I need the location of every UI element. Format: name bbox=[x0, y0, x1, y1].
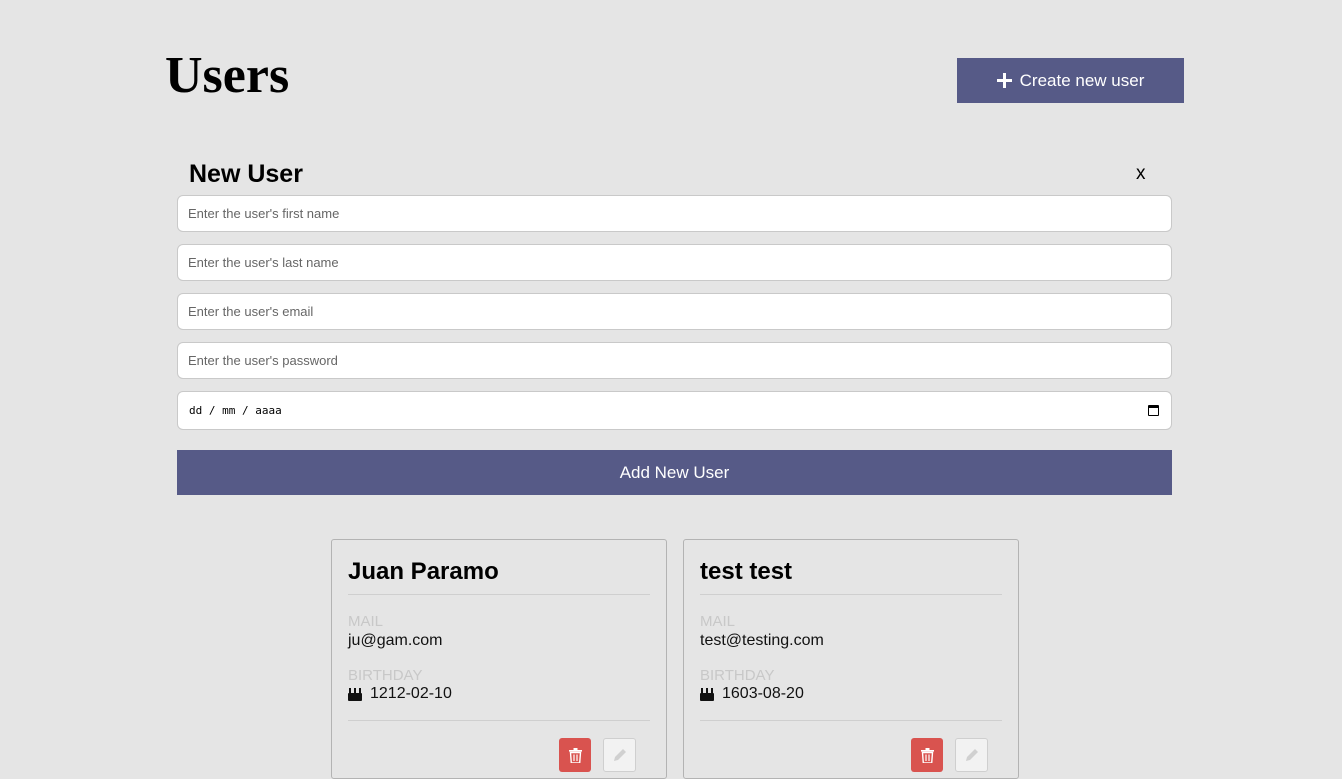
delete-user-button[interactable] bbox=[559, 738, 591, 772]
email-input[interactable] bbox=[177, 293, 1172, 330]
user-card: Juan Paramo MAIL ju@gam.com BIRTHDAY 121… bbox=[331, 539, 667, 779]
form-title: New User bbox=[189, 160, 303, 188]
user-card: test test MAIL test@testing.com BIRTHDAY… bbox=[683, 539, 1019, 779]
user-birthday: 1212-02-10 bbox=[370, 685, 452, 702]
page-title: Users bbox=[165, 47, 290, 104]
birthday-label: BIRTHDAY bbox=[348, 667, 423, 684]
birthday-label: BIRTHDAY bbox=[700, 667, 775, 684]
plus-icon bbox=[996, 73, 1012, 88]
card-divider bbox=[700, 720, 1002, 721]
edit-user-button[interactable] bbox=[955, 738, 988, 772]
birthday-date-input[interactable]: dd / mm / aaaa bbox=[177, 391, 1172, 430]
create-new-user-button[interactable]: Create new user bbox=[957, 58, 1184, 103]
close-form-button[interactable]: x bbox=[1136, 162, 1146, 186]
pencil-icon bbox=[613, 749, 626, 761]
trash-icon bbox=[920, 747, 934, 763]
password-input[interactable] bbox=[177, 342, 1172, 379]
user-email: test@testing.com bbox=[700, 632, 824, 649]
add-new-user-button[interactable]: Add New User bbox=[177, 450, 1172, 495]
edit-user-button[interactable] bbox=[603, 738, 636, 772]
birthday-row: 1603-08-20 bbox=[700, 684, 804, 704]
calendar-icon[interactable] bbox=[1148, 405, 1159, 416]
last-name-input[interactable] bbox=[177, 244, 1172, 281]
user-name: Juan Paramo bbox=[348, 558, 499, 585]
pencil-icon bbox=[965, 749, 978, 761]
birthday-row: 1212-02-10 bbox=[348, 684, 452, 704]
cake-icon bbox=[348, 687, 362, 701]
delete-user-button[interactable] bbox=[911, 738, 943, 772]
first-name-input[interactable] bbox=[177, 195, 1172, 232]
create-new-user-label: Create new user bbox=[1019, 70, 1145, 90]
cake-icon bbox=[700, 687, 714, 701]
date-placeholder: dd / mm / aaaa bbox=[189, 404, 282, 417]
card-divider bbox=[348, 594, 650, 595]
user-birthday: 1603-08-20 bbox=[722, 685, 804, 702]
user-email: ju@gam.com bbox=[348, 632, 443, 649]
mail-label: MAIL bbox=[348, 613, 384, 630]
mail-label: MAIL bbox=[700, 613, 736, 630]
card-divider bbox=[348, 720, 650, 721]
card-divider bbox=[700, 594, 1002, 595]
user-name: test test bbox=[700, 558, 793, 585]
trash-icon bbox=[568, 747, 582, 763]
